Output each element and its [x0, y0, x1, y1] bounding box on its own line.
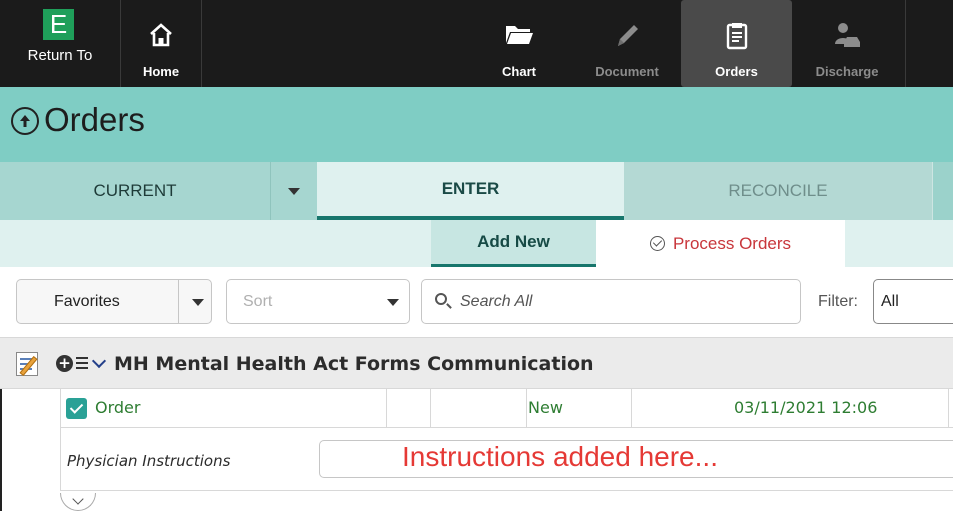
- top-toolbar: E Return To Home Chart Document Orders D…: [0, 0, 953, 87]
- return-to-label: Return To: [27, 47, 93, 64]
- return-to-button[interactable]: E Return To: [0, 0, 120, 87]
- tab-reconcile[interactable]: RECONCILE: [624, 162, 932, 220]
- chevron-down-icon[interactable]: [91, 353, 107, 369]
- discharge-label: Discharge: [815, 64, 879, 79]
- chevron-down-icon: [288, 188, 300, 196]
- discharge-button[interactable]: Discharge: [792, 0, 902, 87]
- page-header: Orders: [0, 87, 953, 162]
- person-car-icon: [835, 23, 860, 47]
- instructions-text: Instructions added here...: [402, 441, 718, 472]
- tab-bar: CURRENT ENTER RECONCILE: [0, 162, 953, 220]
- filter-toolbar: Favorites Sort Filter: All: [0, 267, 953, 337]
- subtab-process-orders[interactable]: Process Orders: [596, 220, 845, 267]
- list-icon: [76, 357, 88, 372]
- add-circle-icon[interactable]: +: [56, 355, 73, 372]
- e-badge-icon: E: [43, 9, 74, 40]
- home-button[interactable]: Home: [121, 0, 201, 87]
- sort-dropdown[interactable]: Sort: [226, 279, 410, 324]
- filter-value: All: [881, 293, 899, 310]
- instructions-row: Physician Instructions Instructions adde…: [60, 428, 953, 491]
- sort-label: Sort: [243, 293, 273, 310]
- orders-button[interactable]: Orders: [681, 0, 792, 87]
- tab-overflow[interactable]: [932, 162, 953, 220]
- search-box: [421, 279, 801, 324]
- favorites-label: Favorites: [54, 293, 120, 310]
- chart-button[interactable]: Chart: [464, 0, 574, 87]
- home-label: Home: [142, 64, 180, 79]
- filter-dropdown[interactable]: All: [873, 279, 953, 324]
- tab-current[interactable]: CURRENT: [0, 162, 270, 220]
- filter-label: Filter:: [818, 293, 858, 310]
- folder-icon: [506, 26, 533, 44]
- subtab-add-new[interactable]: Add New: [431, 220, 596, 267]
- chart-label: Chart: [502, 64, 536, 79]
- order-datetime: 03/11/2021 12:06: [734, 398, 878, 417]
- physician-instructions-input[interactable]: Instructions added here...: [319, 440, 953, 478]
- order-row[interactable]: Order New 03/11/2021 12:06: [60, 389, 953, 428]
- pencil-icon: [618, 25, 638, 46]
- order-checkbox[interactable]: [66, 398, 87, 419]
- tab-enter[interactable]: ENTER: [317, 162, 624, 220]
- document-button[interactable]: Document: [574, 0, 680, 87]
- order-group-header[interactable]: + MH Mental Health Act Forms Communicati…: [0, 337, 953, 389]
- favorites-dropdown[interactable]: Favorites: [16, 279, 212, 324]
- chevron-down-icon: [192, 299, 204, 306]
- orders-label: Orders: [715, 64, 758, 79]
- home-icon: [150, 23, 172, 47]
- expand-chevron-icon[interactable]: [60, 493, 96, 511]
- circle-up-arrow-icon[interactable]: [11, 107, 39, 135]
- group-title: MH Mental Health Act Forms Communication: [114, 353, 594, 375]
- order-name: Order: [95, 398, 141, 417]
- chevron-down-icon: [387, 299, 399, 306]
- physician-instructions-label: Physician Instructions: [67, 452, 231, 470]
- page-title: Orders: [44, 101, 145, 138]
- order-status: New: [528, 398, 563, 417]
- notepad-edit-icon[interactable]: [16, 352, 38, 377]
- document-label: Document: [595, 64, 659, 79]
- subtab-bar: Add New Process Orders: [0, 220, 953, 267]
- tab-current-dropdown[interactable]: [270, 162, 317, 220]
- search-icon: [435, 293, 447, 305]
- process-orders-label: Process Orders: [672, 234, 792, 253]
- search-input[interactable]: [458, 290, 788, 314]
- check-circle-icon: [649, 236, 665, 251]
- clipboard-icon: [726, 23, 747, 50]
